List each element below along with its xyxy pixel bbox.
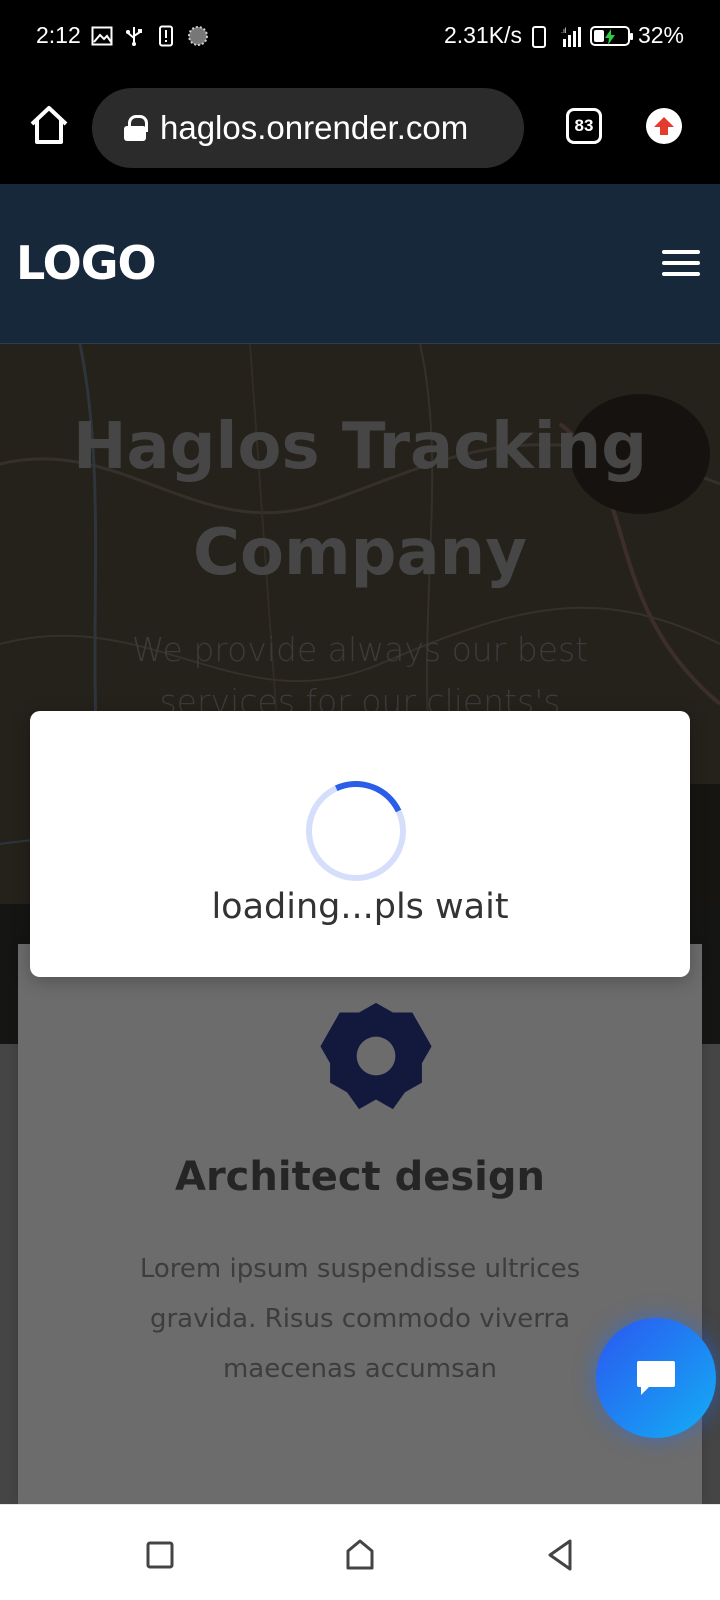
loading-modal: loading...pls wait [30,711,690,977]
back-triangle-icon[interactable] [540,1535,580,1575]
svg-text:.ıl: .ıl [561,28,567,35]
chat-button[interactable] [596,1318,716,1438]
system-nav-bar [0,1504,720,1600]
alert-phone-icon [155,25,177,47]
phone-screen: 2:12 2.31K/s .ıl 32% haglos.onrender.com… [0,0,720,1600]
battery-fill [593,29,604,42]
site-logo[interactable]: LOGO [16,236,157,290]
usb-icon [123,25,145,47]
upload-extension-icon[interactable] [646,108,682,144]
status-bar: 2:12 2.31K/s .ıl 32% [0,0,720,72]
phone-outline-icon [530,25,552,48]
browser-toolbar: haglos.onrender.com 83 [0,72,720,184]
lock-icon [124,115,148,141]
status-bar-right: 2.31K/s .ıl 32% [444,22,684,49]
loading-spinner [291,766,421,896]
site-header: LOGO [0,184,720,344]
network-speed: 2.31K/s [443,22,522,48]
recents-square-icon[interactable] [140,1535,180,1575]
chat-bubble-icon [637,1361,675,1395]
status-time: 2:12 [36,22,81,48]
home-pentagon-icon[interactable] [340,1535,380,1575]
url-text: haglos.onrender.com [160,109,469,146]
url-bar[interactable]: haglos.onrender.com [92,88,524,168]
hamburger-menu-icon[interactable] [662,250,700,276]
battery-percent: 32% [637,22,684,48]
circle-icon [187,25,209,47]
loading-message: loading...pls wait [211,887,509,927]
home-icon[interactable] [26,102,72,148]
status-bar-left: 2:12 [36,22,209,49]
tabs-icon[interactable]: 83 [566,108,602,144]
signal-icon: .ıl [560,25,582,47]
image-icon [91,25,113,47]
tab-count: 83 [574,116,594,135]
battery-charging-icon [589,25,633,46]
